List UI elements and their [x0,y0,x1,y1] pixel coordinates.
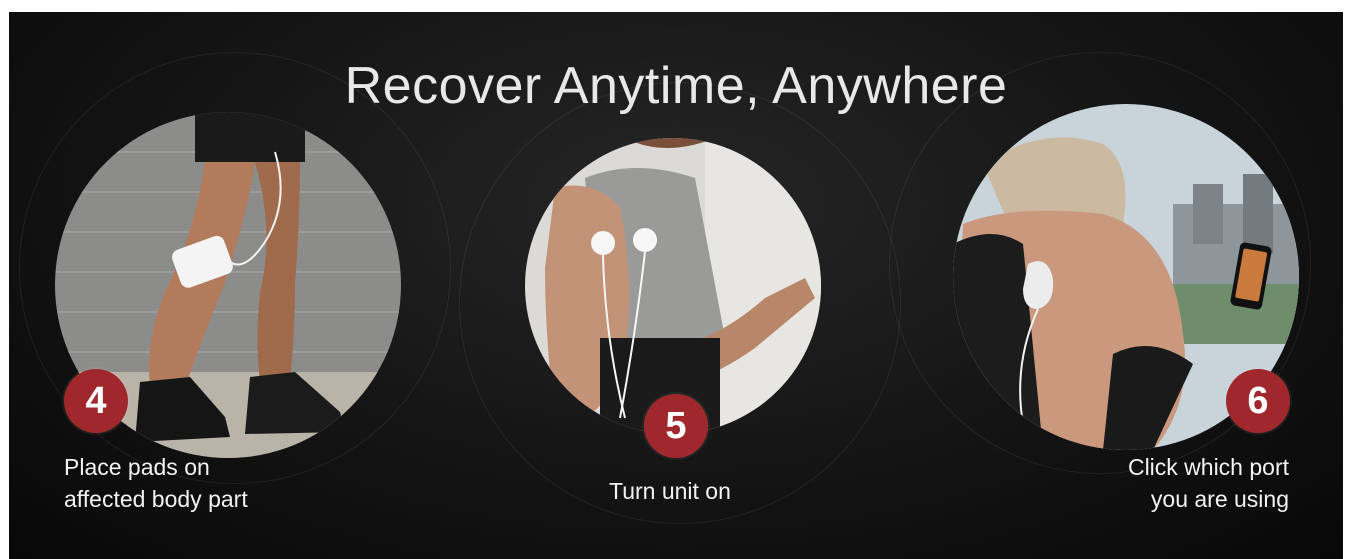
step-5-caption: Turn unit on [609,478,731,504]
step-4-badge: 4 [64,369,128,433]
step-6-badge: 6 [1226,369,1290,433]
step-5-badge: 5 [644,394,708,458]
step-6-caption: Click which port you are using [1127,454,1289,512]
step-4-caption: Place pads on affected body part [64,454,248,512]
arm-with-pads-photo [525,138,821,434]
hero-banner: Recover Anytime, Anywhere 4 Place pads o… [9,12,1343,559]
